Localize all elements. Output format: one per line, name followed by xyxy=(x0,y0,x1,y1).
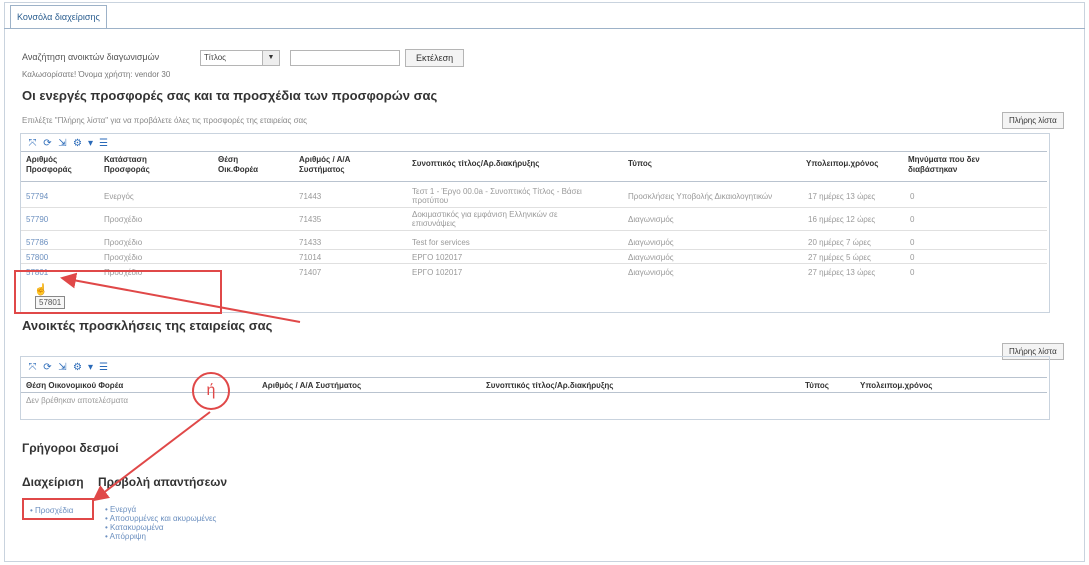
annotation-arrows xyxy=(60,272,301,502)
arrow-to-offer xyxy=(60,272,301,323)
arrow-to-drafts xyxy=(92,411,211,502)
